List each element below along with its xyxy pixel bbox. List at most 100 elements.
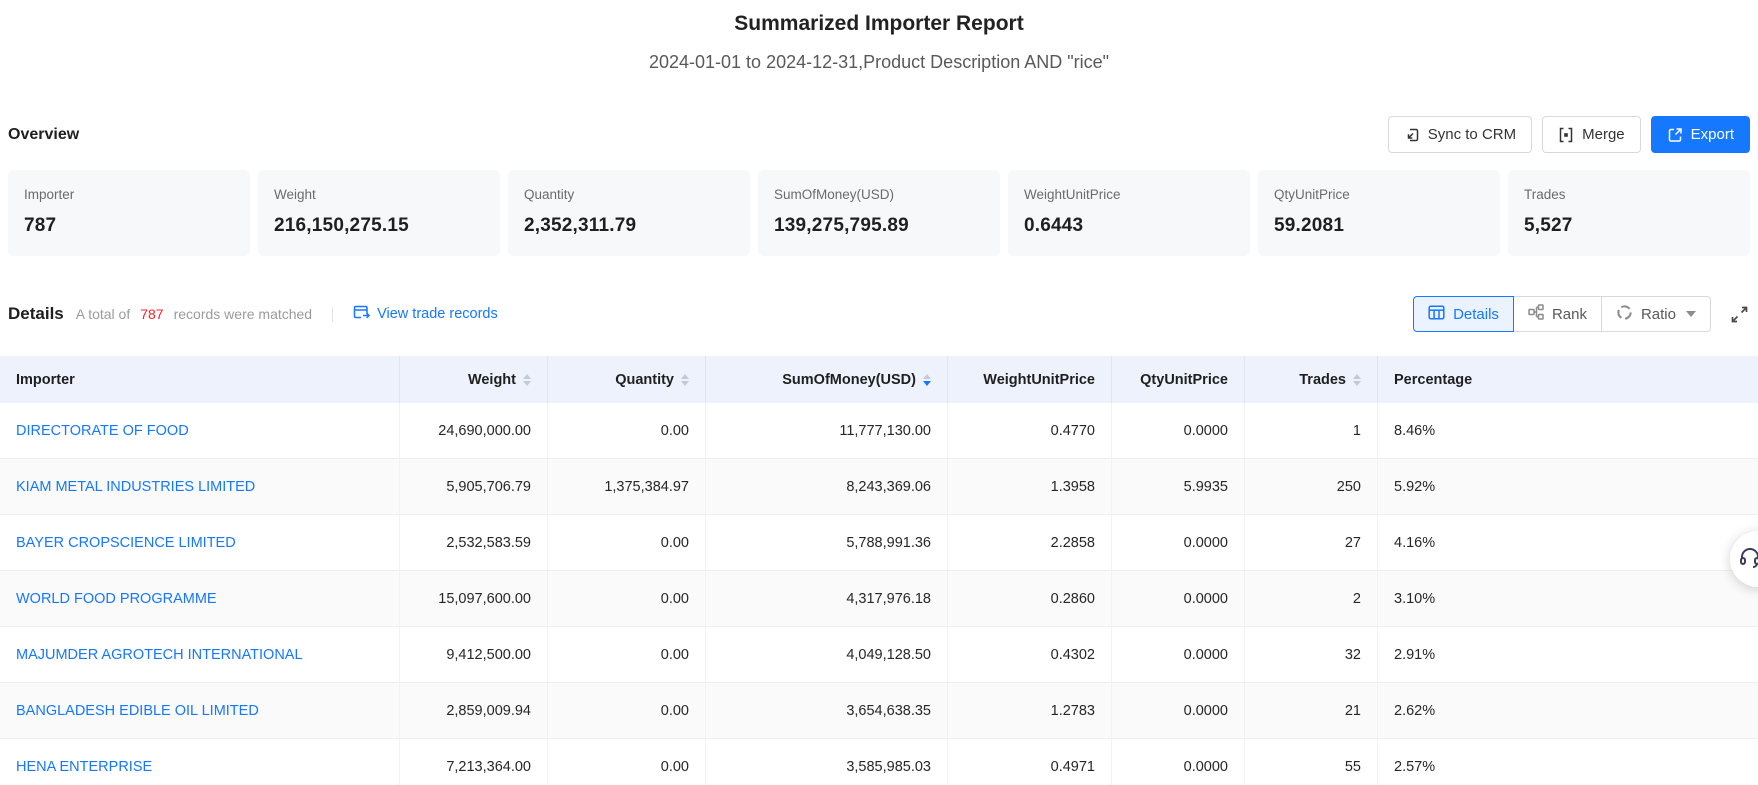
sumofmoney-cell: 3,585,985.03	[706, 739, 948, 785]
details-right-cluster: Details Rank	[1413, 296, 1750, 332]
table-row: MAJUMDER AGROTECH INTERNATIONAL 9,412,50…	[0, 627, 1758, 683]
divider	[332, 307, 333, 322]
weightunitprice-cell: 2.2858	[948, 515, 1112, 570]
importer-link[interactable]: BAYER CROPSCIENCE LIMITED	[16, 535, 236, 551]
importer-cell: HENA ENTERPRISE	[0, 739, 400, 785]
importer-link[interactable]: HENA ENTERPRISE	[16, 759, 152, 775]
sort-icon[interactable]	[1353, 374, 1361, 386]
importer-link[interactable]: DIRECTORATE OF FOOD	[16, 423, 189, 439]
column-header-weight[interactable]: Weight	[400, 356, 548, 403]
column-label: Percentage	[1394, 372, 1472, 388]
trades-cell: 32	[1245, 627, 1378, 682]
column-header-qtyunitprice[interactable]: QtyUnitPrice	[1112, 356, 1245, 403]
table-row: HENA ENTERPRISE 7,213,364.00 0.00 3,585,…	[0, 739, 1758, 785]
records-matched-text: A total of 787 records were matched	[76, 306, 312, 322]
importer-cell: WORLD FOOD PROGRAMME	[0, 571, 400, 626]
sort-icon[interactable]	[681, 374, 689, 386]
table-row: DIRECTORATE OF FOOD 24,690,000.00 0.00 1…	[0, 403, 1758, 459]
overview-toolbar: Overview Sync to CRM Merge	[0, 116, 1758, 153]
stat-card-label: SumOfMoney(USD)	[774, 187, 984, 203]
column-header-sumofmoney[interactable]: SumOfMoney(USD)	[706, 356, 948, 403]
sumofmoney-cell: 3,654,638.35	[706, 683, 948, 738]
stat-card-value: 2,352,311.79	[524, 215, 734, 237]
toggle-details-button[interactable]: Details	[1413, 296, 1514, 332]
importer-link[interactable]: KIAM METAL INDUSTRIES LIMITED	[16, 479, 255, 495]
column-label: Weight	[468, 372, 516, 388]
importer-link[interactable]: MAJUMDER AGROTECH INTERNATIONAL	[16, 647, 303, 663]
column-header-quantity[interactable]: Quantity	[548, 356, 706, 403]
weightunitprice-cell: 0.2860	[948, 571, 1112, 626]
weight-cell: 15,097,600.00	[400, 571, 548, 626]
overview-cards: Importer 787 Weight 216,150,275.15 Quant…	[0, 170, 1758, 256]
stat-card: QtyUnitPrice 59.2081	[1258, 170, 1500, 256]
ratio-icon	[1616, 304, 1633, 325]
toolbar-actions: Sync to CRM Merge Export	[1388, 116, 1750, 153]
view-toggle-group: Details Rank	[1413, 296, 1711, 332]
stat-card-value: 0.6443	[1024, 215, 1234, 237]
stat-card: Importer 787	[8, 170, 250, 256]
percentage-cell: 4.16%	[1378, 515, 1758, 570]
trade-records-icon	[353, 305, 370, 324]
percentage-cell: 8.46%	[1378, 403, 1758, 458]
qtyunitprice-cell: 0.0000	[1112, 683, 1245, 738]
quantity-cell: 0.00	[548, 739, 706, 785]
toggle-ratio-button[interactable]: Ratio	[1601, 296, 1711, 332]
stat-card: WeightUnitPrice 0.6443	[1008, 170, 1250, 256]
trades-cell: 250	[1245, 459, 1378, 514]
stat-card-value: 216,150,275.15	[274, 215, 484, 237]
quantity-cell: 0.00	[548, 403, 706, 458]
stat-card-label: QtyUnitPrice	[1274, 187, 1484, 203]
qtyunitprice-cell: 0.0000	[1112, 571, 1245, 626]
stat-card-label: Weight	[274, 187, 484, 203]
toggle-rank-button[interactable]: Rank	[1513, 296, 1602, 332]
table-row: BAYER CROPSCIENCE LIMITED 2,532,583.59 0…	[0, 515, 1758, 571]
overview-heading: Overview	[8, 126, 79, 144]
column-header-weightunitprice[interactable]: WeightUnitPrice	[948, 356, 1112, 403]
weight-cell: 2,532,583.59	[400, 515, 548, 570]
table-row: WORLD FOOD PROGRAMME 15,097,600.00 0.00 …	[0, 571, 1758, 627]
sort-icon[interactable]	[523, 374, 531, 386]
page-title: Summarized Importer Report	[0, 0, 1758, 36]
page-subtitle: 2024-01-01 to 2024-12-31,Product Descrip…	[0, 52, 1758, 73]
weightunitprice-cell: 0.4971	[948, 739, 1112, 785]
table-row: BANGLADESH EDIBLE OIL LIMITED 2,859,009.…	[0, 683, 1758, 739]
column-label: SumOfMoney(USD)	[782, 372, 916, 388]
qtyunitprice-cell: 0.0000	[1112, 627, 1245, 682]
importer-cell: DIRECTORATE OF FOOD	[0, 403, 400, 458]
export-button[interactable]: Export	[1651, 116, 1750, 153]
sumofmoney-cell: 11,777,130.00	[706, 403, 948, 458]
merge-label: Merge	[1582, 126, 1625, 143]
sync-to-crm-button[interactable]: Sync to CRM	[1388, 116, 1532, 153]
headset-icon	[1730, 545, 1758, 574]
weight-cell: 7,213,364.00	[400, 739, 548, 785]
importers-table: Importer Weight Quantity SumOfMoney(USD)…	[0, 356, 1758, 785]
merge-button[interactable]: Merge	[1542, 116, 1641, 153]
qtyunitprice-cell: 5.9935	[1112, 459, 1245, 514]
sumofmoney-cell: 4,049,128.50	[706, 627, 948, 682]
importer-link[interactable]: WORLD FOOD PROGRAMME	[16, 591, 217, 607]
importer-cell: BANGLADESH EDIBLE OIL LIMITED	[0, 683, 400, 738]
quantity-cell: 0.00	[548, 571, 706, 626]
stat-card: SumOfMoney(USD) 139,275,795.89	[758, 170, 1000, 256]
weight-cell: 24,690,000.00	[400, 403, 548, 458]
qtyunitprice-cell: 0.0000	[1112, 515, 1245, 570]
column-header-trades[interactable]: Trades	[1245, 356, 1378, 403]
weightunitprice-cell: 0.4770	[948, 403, 1112, 458]
table-header-row: Importer Weight Quantity SumOfMoney(USD)…	[0, 356, 1758, 403]
quantity-cell: 0.00	[548, 683, 706, 738]
importer-link[interactable]: BANGLADESH EDIBLE OIL LIMITED	[16, 703, 259, 719]
sync-to-crm-label: Sync to CRM	[1428, 126, 1516, 143]
column-header-importer[interactable]: Importer	[0, 356, 400, 403]
trades-cell: 55	[1245, 739, 1378, 785]
stat-card-label: Importer	[24, 187, 234, 203]
view-trade-records-link[interactable]: View trade records	[353, 305, 498, 324]
rank-icon	[1528, 304, 1544, 324]
stat-card-value: 59.2081	[1274, 215, 1484, 237]
sort-icon-active-desc[interactable]	[923, 374, 931, 386]
weightunitprice-cell: 1.3958	[948, 459, 1112, 514]
column-header-percentage: Percentage	[1378, 356, 1758, 403]
trades-cell: 1	[1245, 403, 1378, 458]
fullscreen-button[interactable]	[1729, 304, 1750, 325]
trades-cell: 27	[1245, 515, 1378, 570]
details-header-row: Details A total of 787 records were matc…	[0, 296, 1758, 332]
